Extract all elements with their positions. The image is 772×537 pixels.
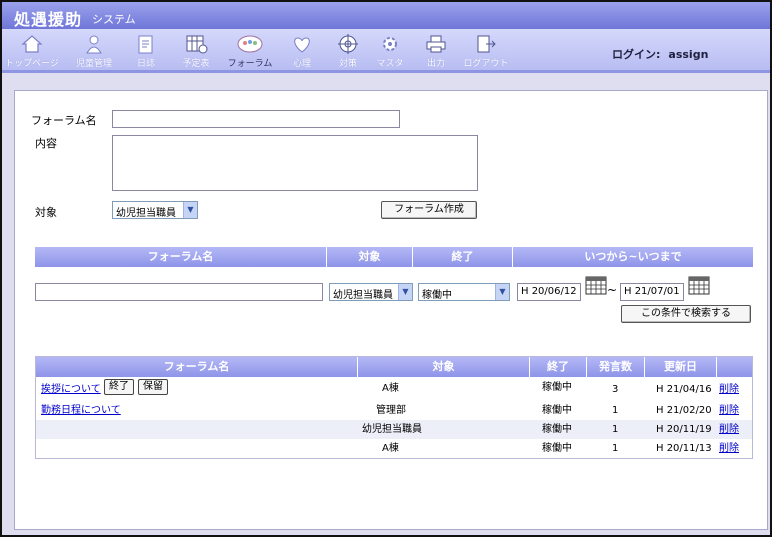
- search-target-select[interactable]: 幼児担当職員 ▼: [329, 283, 413, 301]
- row-updated: H 20/11/19: [656, 424, 712, 435]
- title-bar: 処遇援助 システム: [2, 2, 770, 29]
- content-label: 内容: [35, 137, 57, 150]
- diary-icon: [138, 35, 153, 54]
- forum-icon: [237, 35, 263, 53]
- date-to-input[interactable]: H 21/07/01: [620, 283, 684, 301]
- delete-link[interactable]: 削除: [719, 420, 739, 439]
- results-header-row: フォーラム名 対象 終了 発言数 更新日: [36, 357, 752, 377]
- home-icon: [21, 35, 43, 53]
- login-status: ログイン: assign: [612, 46, 708, 62]
- row-count: 1: [612, 443, 619, 454]
- row-target: A棟: [382, 443, 399, 454]
- create-forum-button[interactable]: フォーラム作成: [381, 201, 477, 219]
- end-button[interactable]: 終了: [104, 379, 134, 395]
- printer-icon: [426, 35, 446, 53]
- col-header-updated: 更新日: [645, 357, 717, 377]
- child-icon: [86, 35, 102, 54]
- search-header-period: いつから~いつまで: [513, 247, 753, 267]
- table-row: 勤務日程について 管理部 稼働中 1 H 21/02/20 削除: [36, 401, 752, 420]
- col-header-count: 発言数: [587, 357, 645, 377]
- login-user: assign: [668, 48, 709, 61]
- col-header-name: フォーラム名: [36, 357, 358, 377]
- target-icon: [338, 34, 358, 54]
- toolbar-item-child[interactable]: 児童管理: [66, 33, 122, 69]
- row-status: 稼働中: [542, 382, 572, 393]
- toolbar-item-diary[interactable]: 日誌: [118, 33, 174, 69]
- row-count: 1: [612, 405, 619, 416]
- row-updated: H 20/11/13: [656, 443, 712, 454]
- chevron-down-icon: ▼: [398, 284, 412, 300]
- row-updated: H 21/02/20: [656, 405, 712, 416]
- delete-link[interactable]: 削除: [719, 380, 739, 399]
- chevron-down-icon: ▼: [495, 284, 509, 300]
- row-status: 稼働中: [542, 443, 572, 454]
- heart-icon: [294, 37, 310, 53]
- row-count: 1: [612, 424, 619, 435]
- table-row: 幼児担当職員 稼働中 1 H 20/11/19 削除: [36, 420, 752, 439]
- hold-button[interactable]: 保留: [138, 379, 168, 395]
- row-target: A棟: [382, 383, 399, 394]
- logout-icon: [477, 35, 496, 53]
- forum-name-input[interactable]: [112, 110, 400, 128]
- date-range-tilde: ~: [607, 283, 618, 297]
- search-button[interactable]: この条件で検索する: [621, 305, 751, 323]
- gear-icon: [383, 37, 397, 51]
- delete-link[interactable]: 削除: [719, 439, 739, 458]
- row-target: 管理部: [376, 405, 406, 416]
- forum-link[interactable]: 勤務日程について: [41, 401, 121, 420]
- toolbar-item-logout[interactable]: ログアウト: [458, 33, 514, 69]
- table-row: A棟 稼働中 1 H 20/11/13 削除: [36, 439, 752, 458]
- results-table: フォーラム名 対象 終了 発言数 更新日 挨拶について 終了 保留 A棟 稼働中…: [35, 356, 753, 459]
- forum-link[interactable]: 挨拶について: [41, 380, 101, 399]
- row-count: 3: [612, 384, 619, 395]
- col-header-status: 終了: [530, 357, 587, 377]
- toolbar-item-output[interactable]: 出力: [408, 33, 464, 69]
- calendar-icon[interactable]: [688, 275, 710, 295]
- app-subtitle: システム: [92, 13, 136, 26]
- table-row: 挨拶について 終了 保留 A棟 稼働中 3 H 21/04/16 削除: [36, 377, 752, 401]
- forum-name-label: フォーラム名: [31, 114, 97, 127]
- search-name-input[interactable]: [35, 283, 323, 301]
- toolbar-item-top[interactable]: トップページ: [4, 33, 60, 69]
- toolbar-item-schedule[interactable]: 予定表: [168, 33, 224, 69]
- toolbar-item-forum[interactable]: フォーラム: [222, 33, 278, 69]
- row-updated: H 21/04/16: [656, 384, 712, 395]
- app-title: 処遇援助: [14, 10, 83, 29]
- target-label: 対象: [35, 206, 57, 219]
- calendar-icon[interactable]: [585, 275, 607, 295]
- content-textarea[interactable]: [112, 135, 478, 191]
- col-header-target: 対象: [358, 357, 530, 377]
- date-from-input[interactable]: H 20/06/12: [517, 283, 581, 301]
- login-label: ログイン:: [612, 48, 661, 61]
- schedule-icon: [186, 35, 208, 54]
- row-status: 稼働中: [542, 405, 572, 416]
- target-select[interactable]: 幼児担当職員 ▼: [112, 201, 198, 219]
- search-header-name: フォーラム名: [35, 247, 327, 267]
- search-header-status: 終了: [413, 247, 513, 267]
- chevron-down-icon: ▼: [183, 202, 197, 218]
- delete-link[interactable]: 削除: [719, 401, 739, 420]
- app-window: 処遇援助 システム トップページ 児童管理 日誌 予定表 フォーラム 心理 対策…: [0, 0, 772, 537]
- row-status: 稼働中: [542, 424, 572, 435]
- search-status-select[interactable]: 稼働中 ▼: [418, 283, 510, 301]
- search-header-target: 対象: [327, 247, 413, 267]
- main-panel: フォーラム名 内容 対象 幼児担当職員 ▼ フォーラム作成 フォーラム名 対象 …: [14, 90, 768, 530]
- row-target: 幼児担当職員: [362, 424, 422, 435]
- col-header-action: [717, 357, 752, 377]
